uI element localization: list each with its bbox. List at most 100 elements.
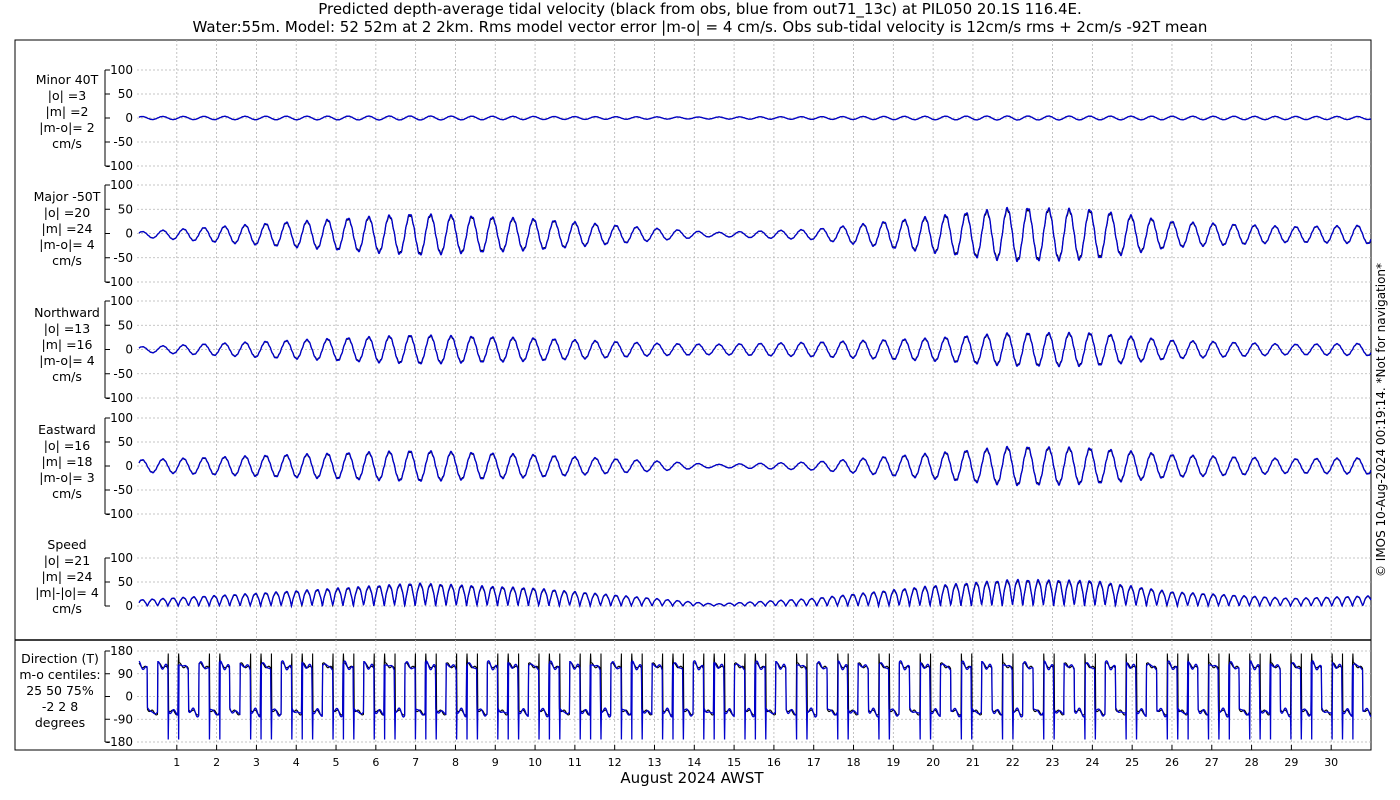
panel-major: 100 50 0 -50 -100 Major -50T|o| =20|m| =24|m-…	[34, 178, 1372, 289]
panel-label: cm/s	[52, 601, 82, 616]
panel-northward: 100 50 0 -50 -100 Northward|o| =13|m| =16|m-o…	[34, 294, 1372, 405]
x-tick-label: 29	[1284, 756, 1298, 769]
x-tick-label: 14	[687, 756, 701, 769]
x-tick-label: 24	[1085, 756, 1099, 769]
panel-label: m-o centiles:	[19, 667, 100, 682]
y-tick-label: -50	[113, 251, 133, 265]
y-tick-label: -180	[106, 735, 133, 749]
y-tick-label: 100	[110, 294, 133, 308]
y-tick-label: 50	[118, 575, 133, 589]
panel-speed: 100 50 0 Speed|o| =21|m| =24|m|-|o|= 4cm/s	[35, 537, 1372, 616]
y-tick-label: -100	[106, 275, 133, 289]
x-axis: 1 2 3 4 5 6 7 8 9 10 11 12 13 14 15 16 17 18 19 20 21 22 23 24 2…	[173, 745, 1338, 769]
panel-label: |m-o|= 4	[39, 237, 94, 252]
panels-layer: 100500-50-100Minor 40T|o| =3|m| =2|m-o|=…	[19, 63, 1372, 749]
y-tick-label: 50	[118, 202, 133, 216]
y-tick-label: -90	[113, 712, 133, 726]
panel-label: Speed	[47, 537, 86, 552]
panel-label: |o| =16	[44, 438, 90, 453]
y-tick-label: 100	[110, 551, 133, 565]
x-tick-label: 3	[253, 756, 260, 769]
y-tick-label: 180	[110, 644, 133, 658]
y-tick-label: -50	[113, 135, 133, 149]
y-tick-label: 0	[125, 343, 133, 357]
x-tick-label: 1	[173, 756, 180, 769]
x-tick-label: 10	[528, 756, 542, 769]
outer-frame	[14, 39, 1372, 751]
x-tick-label: 15	[727, 756, 741, 769]
y-tick-label: -100	[106, 507, 133, 521]
panel-direction: 180 90 0 -90 -180 Direction (T)m-o centiles:2…	[19, 644, 1372, 749]
panel-label: degrees	[35, 715, 85, 730]
panel-label: |m| =2	[46, 104, 89, 119]
y-tick-label: 0	[125, 111, 133, 125]
panel-label: |m| =24	[42, 569, 93, 584]
panel-label: cm/s	[52, 253, 82, 268]
panel-label: Major -50T	[34, 189, 101, 204]
x-tick-label: 18	[847, 756, 861, 769]
panel-label: |o| =20	[44, 205, 90, 220]
x-tick-label: 22	[1006, 756, 1020, 769]
panel-label: Eastward	[38, 422, 96, 437]
x-tick-label: 6	[372, 756, 379, 769]
x-tick-label: 17	[807, 756, 821, 769]
x-tick-label: 19	[886, 756, 900, 769]
x-tick-label: 30	[1324, 756, 1338, 769]
series-model	[138, 578, 1372, 609]
y-tick-label: 100	[110, 178, 133, 192]
y-tick-label: 0	[125, 690, 133, 704]
x-axis-label: August 2024 AWST	[620, 769, 764, 787]
y-tick-label: -100	[106, 391, 133, 405]
x-tick-label: 2	[213, 756, 220, 769]
x-tick-label: 28	[1245, 756, 1259, 769]
x-tick-label: 27	[1205, 756, 1219, 769]
x-tick-label: 7	[412, 756, 419, 769]
panel-eastward: 100 50 0 -50 -100 Eastward|o| =16|m| =18|m-o|…	[38, 411, 1372, 521]
x-tick-label: 21	[966, 756, 980, 769]
series-model	[138, 660, 1372, 740]
y-tick-label: 50	[118, 435, 133, 449]
y-tick-label: 50	[118, 318, 133, 332]
x-tick-label: 13	[647, 756, 661, 769]
x-tick-label: 11	[568, 756, 582, 769]
grid-layer	[176, 40, 1332, 750]
panel-label: Minor 40T	[36, 72, 99, 87]
panel-label: cm/s	[52, 486, 82, 501]
y-tick-label: 50	[118, 87, 133, 101]
panel-label: Direction (T)	[21, 651, 99, 666]
panel-minor: 100 50 0 -50 -100 Minor 40T|o| =3|m| =2|m-o|=…	[36, 63, 1372, 173]
y-tick-label: 90	[118, 667, 133, 681]
series-model	[138, 206, 1372, 263]
panel-label: |m-o|= 3	[39, 470, 94, 485]
panel-label: |m-o|= 2	[39, 120, 94, 135]
x-tick-label: 16	[767, 756, 781, 769]
panel-label: 25 50 75%	[26, 683, 94, 698]
panel-label: cm/s	[52, 369, 82, 384]
x-tick-label: 26	[1165, 756, 1179, 769]
panel-label: cm/s	[52, 136, 82, 151]
tidal-velocity-chart: 100500-50-100Minor 40T|o| =3|m| =2|m-o|=…	[14, 39, 1372, 787]
x-tick-label: 25	[1125, 756, 1139, 769]
y-tick-label: 100	[110, 411, 133, 425]
x-tick-label: 5	[333, 756, 340, 769]
panel-label: |m-o|= 4	[39, 353, 94, 368]
panel-label: |m| =18	[42, 454, 93, 469]
x-tick-label: 20	[926, 756, 940, 769]
y-tick-label: 100	[110, 63, 133, 77]
panel-label: |o| =21	[44, 553, 90, 568]
x-tick-label: 23	[1046, 756, 1060, 769]
panel-label: Northward	[34, 305, 100, 320]
panel-label: |m| =24	[42, 221, 93, 236]
panel-label: |m| =16	[42, 337, 93, 352]
x-tick-label: 8	[452, 756, 459, 769]
y-tick-label: -50	[113, 367, 133, 381]
x-tick-label: 12	[608, 756, 622, 769]
y-tick-label: 0	[125, 459, 133, 473]
panel-label: |m|-|o|= 4	[35, 585, 99, 600]
y-tick-label: 0	[125, 599, 133, 613]
panel-label: |o| =13	[44, 321, 90, 336]
y-tick-label: -100	[106, 159, 133, 173]
x-tick-label: 9	[492, 756, 499, 769]
y-tick-label: -50	[113, 483, 133, 497]
y-tick-label: 0	[125, 227, 133, 241]
